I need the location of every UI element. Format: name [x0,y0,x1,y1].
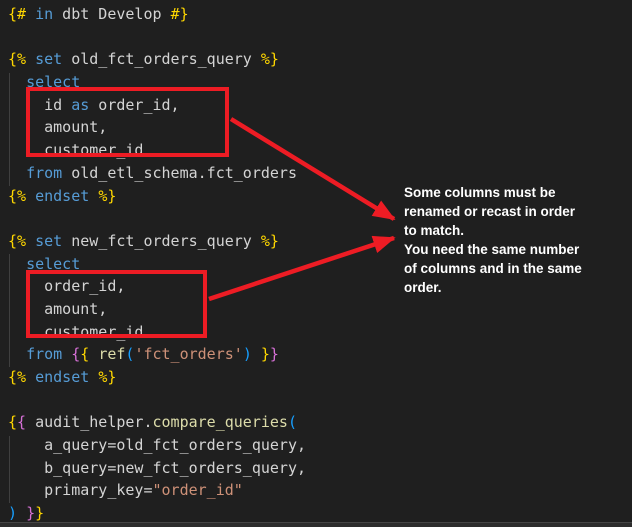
code-token: from [26,164,62,182]
code-line[interactable]: primary_key="order_id" [8,479,306,502]
code-line[interactable]: {% endset %} [8,366,306,389]
annotation-line: of columns and in the same [404,259,632,278]
code-token: } [26,504,35,522]
code-token: dbt Develop [53,5,170,23]
code-token [89,368,98,386]
code-line[interactable] [8,207,306,230]
code-token: from [26,345,62,363]
code-token: {% [8,232,26,250]
code-area[interactable]: {# in dbt Develop #} {% set old_fct_orde… [8,3,306,525]
code-token [8,73,26,91]
code-token: b_query=new_fct_orders_query, [8,459,306,477]
code-token [26,368,35,386]
window-bottom-edge [0,522,632,527]
highlight-box-new-query-columns [26,270,207,338]
code-token: { [8,413,17,431]
code-token: ( [288,413,297,431]
code-token: compare_queries [153,413,288,431]
code-line[interactable]: a_query=old_fct_orders_query, [8,434,306,457]
code-line[interactable] [8,26,306,49]
code-token: 'fct_orders' [134,345,242,363]
code-token [8,345,26,363]
code-token: primary_key= [8,481,153,499]
code-token [26,232,35,250]
code-token [89,345,98,363]
code-token: } [261,345,270,363]
code-token: %} [261,50,279,68]
code-token [8,164,26,182]
code-token: { [80,345,89,363]
code-token: endset [35,368,89,386]
code-token [252,345,261,363]
code-token: audit_helper. [26,413,152,431]
code-token [62,345,71,363]
code-editor-window: {# in dbt Develop #} {% set old_fct_orde… [0,0,632,527]
annotation-line: You need the same number [404,240,632,259]
code-line[interactable]: from old_etl_schema.fct_orders [8,162,306,185]
code-line[interactable]: {% endset %} [8,185,306,208]
code-token: {# [8,5,26,23]
code-line[interactable]: {{ audit_helper.compare_queries( [8,411,306,434]
code-token: {% [8,50,26,68]
code-token: { [17,413,26,431]
code-token: } [270,345,279,363]
code-token: #} [171,5,189,23]
code-token: old_etl_schema.fct_orders [62,164,297,182]
code-token: endset [35,187,89,205]
code-token: {% [8,368,26,386]
highlight-box-old-query-columns [26,87,229,157]
code-token [17,504,26,522]
code-token [26,187,35,205]
code-line[interactable]: from {{ ref('fct_orders') }} [8,343,306,366]
code-token: ref [98,345,125,363]
code-line[interactable] [8,389,306,412]
code-token: { [71,345,80,363]
code-token: "order_id" [153,481,243,499]
code-token: ) [243,345,252,363]
annotation-line: renamed or recast in order [404,202,632,221]
code-token: %} [98,187,116,205]
code-token: ) [8,504,17,522]
code-token: new_fct_orders_query [62,232,261,250]
code-line[interactable]: {% set new_fct_orders_query %} [8,230,306,253]
code-line[interactable]: {# in dbt Develop #} [8,3,306,26]
annotation-line: Some columns must be [404,183,632,202]
code-token: set [35,50,62,68]
code-token: } [35,504,44,522]
code-token: %} [98,368,116,386]
annotation-line: to match. [404,221,632,240]
annotation-line: order. [404,278,632,297]
code-token: old_fct_orders_query [62,50,261,68]
code-line[interactable]: {% set old_fct_orders_query %} [8,48,306,71]
code-token [26,50,35,68]
code-token: in [35,5,53,23]
code-token [26,5,35,23]
code-token: a_query=old_fct_orders_query, [8,436,306,454]
annotation-note: Some columns must be renamed or recast i… [404,183,632,297]
code-token: set [35,232,62,250]
code-token: {% [8,187,26,205]
code-token [89,187,98,205]
code-token [8,255,26,273]
code-line[interactable]: b_query=new_fct_orders_query, [8,457,306,480]
code-token: %} [261,232,279,250]
